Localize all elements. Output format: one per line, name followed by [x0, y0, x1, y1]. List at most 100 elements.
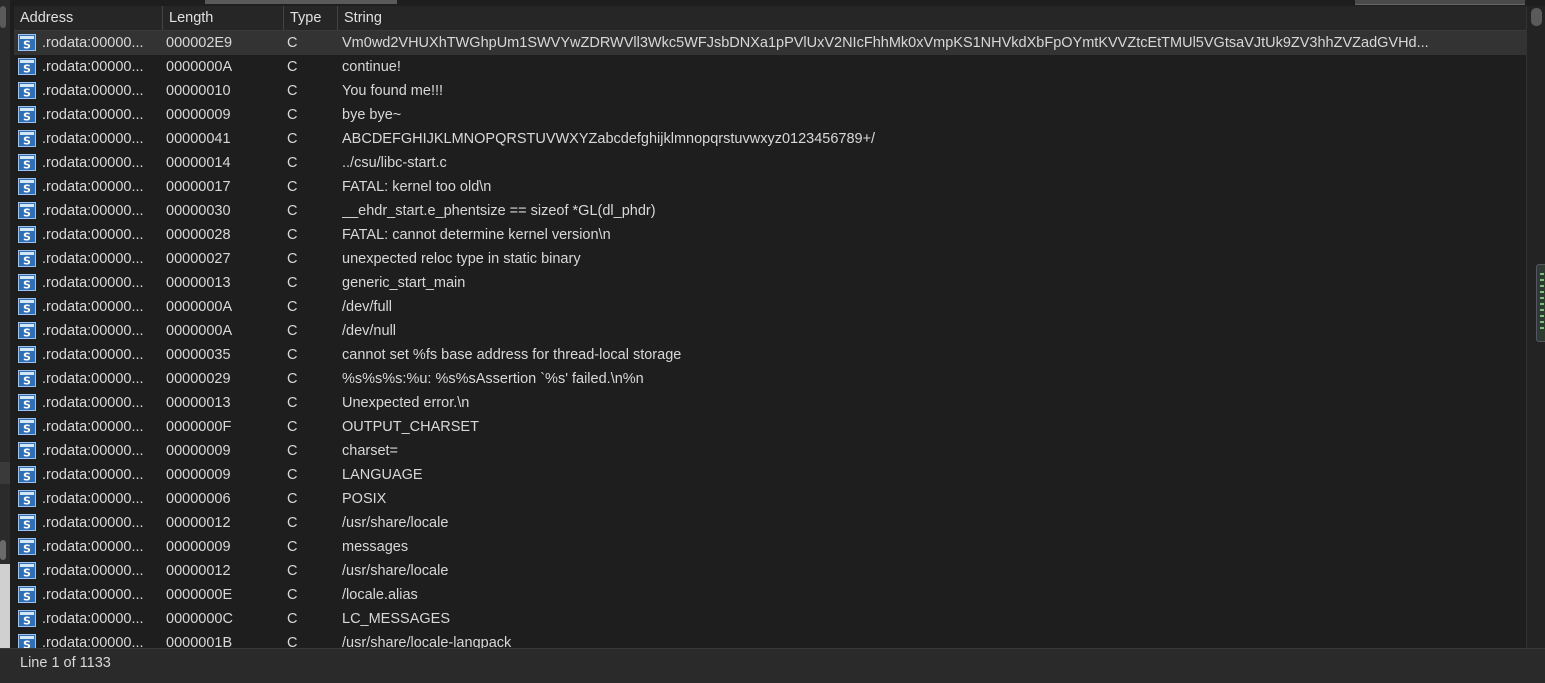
svg-text:S: S [23, 111, 31, 124]
table-row[interactable]: S .rodata:00000... 0000000C C LC_MESSAGES [14, 607, 1526, 631]
table-row[interactable]: S .rodata:00000... 00000027 Cunexpected rel… [14, 247, 1526, 271]
scroll-overview-marker[interactable] [1536, 264, 1545, 342]
row-length: 00000028 [166, 227, 231, 243]
row-type: C [287, 395, 298, 411]
gutter-scroll-thumb[interactable] [0, 6, 6, 28]
left-gutter [0, 0, 10, 682]
string-segment-icon: S [18, 490, 36, 508]
row-length: 00000013 [166, 275, 231, 291]
row-length: 00000009 [166, 443, 231, 459]
string-segment-icon: S [18, 58, 36, 76]
string-segment-icon: S [18, 418, 36, 436]
row-address: .rodata:00000... [42, 203, 144, 219]
row-type: C [287, 419, 298, 435]
svg-text:S: S [23, 87, 31, 100]
scrollbar-thumb[interactable] [1531, 8, 1542, 26]
svg-text:S: S [23, 327, 31, 340]
svg-text:S: S [23, 519, 31, 532]
table-row[interactable]: S .rodata:00000... 00000009 Ccharset= [14, 439, 1526, 463]
row-address: .rodata:00000... [42, 83, 144, 99]
string-segment-icon: S [18, 634, 36, 648]
string-segment-icon: S [18, 298, 36, 316]
row-type: C [287, 107, 298, 123]
table-row[interactable]: S .rodata:00000... 00000013 C Unexpected err… [14, 391, 1526, 415]
svg-text:S: S [23, 639, 31, 649]
table-row[interactable]: S .rodata:00000... 00000013 Cgeneric_start_… [14, 271, 1526, 295]
table-row[interactable]: S .rodata:00000... 00000028 C FATAL: cannot … [14, 223, 1526, 247]
status-bar: Line 1 of 1133 [0, 648, 1545, 683]
column-header-type[interactable]: Type [284, 6, 338, 30]
row-type: C [287, 587, 298, 603]
row-string: charset= [342, 443, 399, 459]
row-address: .rodata:00000... [42, 419, 144, 435]
row-string: /locale.alias [342, 587, 418, 603]
row-address: .rodata:00000... [42, 611, 144, 627]
row-type: C [287, 539, 298, 555]
table-row[interactable]: S .rodata:00000... 0000000A C/dev/full [14, 295, 1526, 319]
row-string: ../csu/libc-start.c [342, 155, 447, 171]
table-row[interactable]: S .rodata:00000... 00000006 C POSIX [14, 487, 1526, 511]
row-string: FATAL: cannot determine kernel version\n [342, 227, 611, 243]
svg-text:S: S [23, 135, 31, 148]
table-row[interactable]: S .rodata:00000... 00000009 Cbye bye~ [14, 103, 1526, 127]
string-segment-icon: S [18, 202, 36, 220]
table-row[interactable]: S .rodata:00000... 00000035 Ccannot set %fs… [14, 343, 1526, 367]
table-row[interactable]: S .rodata:00000... 0000000A Ccontinue! [14, 55, 1526, 79]
svg-text:S: S [23, 351, 31, 364]
table-row[interactable]: S .rodata:00000... 0000000E C/locale.alias [14, 583, 1526, 607]
row-length: 0000000F [166, 419, 232, 435]
row-length: 00000029 [166, 371, 231, 387]
table-row[interactable]: S .rodata:00000... 000002E9 C Vm0wd2VHUXhTWG… [14, 31, 1526, 55]
table-row[interactable]: S .rodata:00000... 00000029 C %s%s%s:%u: %s%… [14, 367, 1526, 391]
row-address: .rodata:00000... [42, 179, 144, 195]
tab-strip-left[interactable] [205, 0, 397, 4]
row-type: C [287, 443, 298, 459]
string-segment-icon: S [18, 154, 36, 172]
row-type: C [287, 227, 298, 243]
svg-text:S: S [23, 255, 31, 268]
row-length: 00000014 [166, 155, 231, 171]
table-row[interactable]: S .rodata:00000... 00000014 C ../csu/libc-st… [14, 151, 1526, 175]
row-address: .rodata:00000... [42, 227, 144, 243]
row-length: 0000001B [166, 635, 233, 648]
row-address: .rodata:00000... [42, 395, 144, 411]
row-length: 00000041 [166, 131, 231, 147]
column-header-string[interactable]: String [338, 6, 1526, 30]
gutter-scroll-thumb-lower[interactable] [0, 540, 6, 560]
row-string: ABCDEFGHIJKLMNOPQRSTUVWXYZabcdefghijklmn… [342, 131, 876, 147]
row-type: C [287, 491, 298, 507]
row-length: 0000000E [166, 587, 233, 603]
table-row[interactable]: S .rodata:00000... 00000010 C You found me!!… [14, 79, 1526, 103]
string-segment-icon: S [18, 442, 36, 460]
row-address: .rodata:00000... [42, 467, 144, 483]
table-row[interactable]: S .rodata:00000... 00000009 C LANGUAGE [14, 463, 1526, 487]
row-type: C [287, 155, 298, 171]
string-segment-icon: S [18, 130, 36, 148]
row-address: .rodata:00000... [42, 155, 144, 171]
string-segment-icon: S [18, 106, 36, 124]
table-row[interactable]: S .rodata:00000... 00000012 C/usr/share/loc… [14, 559, 1526, 583]
table-row[interactable]: S .rodata:00000... 00000012 C/usr/share/loc… [14, 511, 1526, 535]
table-row[interactable]: S .rodata:00000... 00000009 Cmessages [14, 535, 1526, 559]
table-row[interactable]: S .rodata:00000... 00000017 C FATAL: kernel … [14, 175, 1526, 199]
vertical-scrollbar[interactable] [1526, 6, 1545, 648]
table-row[interactable]: S .rodata:00000... 0000001B C/usr/share/loc… [14, 631, 1526, 648]
row-type: C [287, 347, 298, 363]
row-string: Vm0wd2VHUXhTWGhpUm1SWVYwZDRWVll3Wkc5WFJs… [342, 35, 1429, 51]
row-string: /usr/share/locale [342, 563, 449, 579]
row-length: 0000000C [166, 611, 233, 627]
table-row[interactable]: S .rodata:00000... 00000041 C ABCDEFGHIJKLMN… [14, 127, 1526, 151]
row-length: 0000000A [166, 323, 233, 339]
table-row[interactable]: S .rodata:00000... 0000000F C OUTPUT_CHARSET [14, 415, 1526, 439]
row-address: .rodata:00000... [42, 371, 144, 387]
row-string: messages [342, 539, 409, 555]
column-header-address[interactable]: Address [14, 6, 163, 30]
row-type: C [287, 467, 298, 483]
row-type: C [287, 131, 298, 147]
row-string: generic_start_main [342, 275, 466, 291]
table-row[interactable]: S .rodata:00000... 00000030 C __ehdr_start.e… [14, 199, 1526, 223]
column-header-length[interactable]: Length [163, 6, 284, 30]
table-row[interactable]: S .rodata:00000... 0000000A C/dev/null [14, 319, 1526, 343]
row-type: C [287, 35, 298, 51]
tab-strip-right[interactable] [1355, 0, 1525, 5]
